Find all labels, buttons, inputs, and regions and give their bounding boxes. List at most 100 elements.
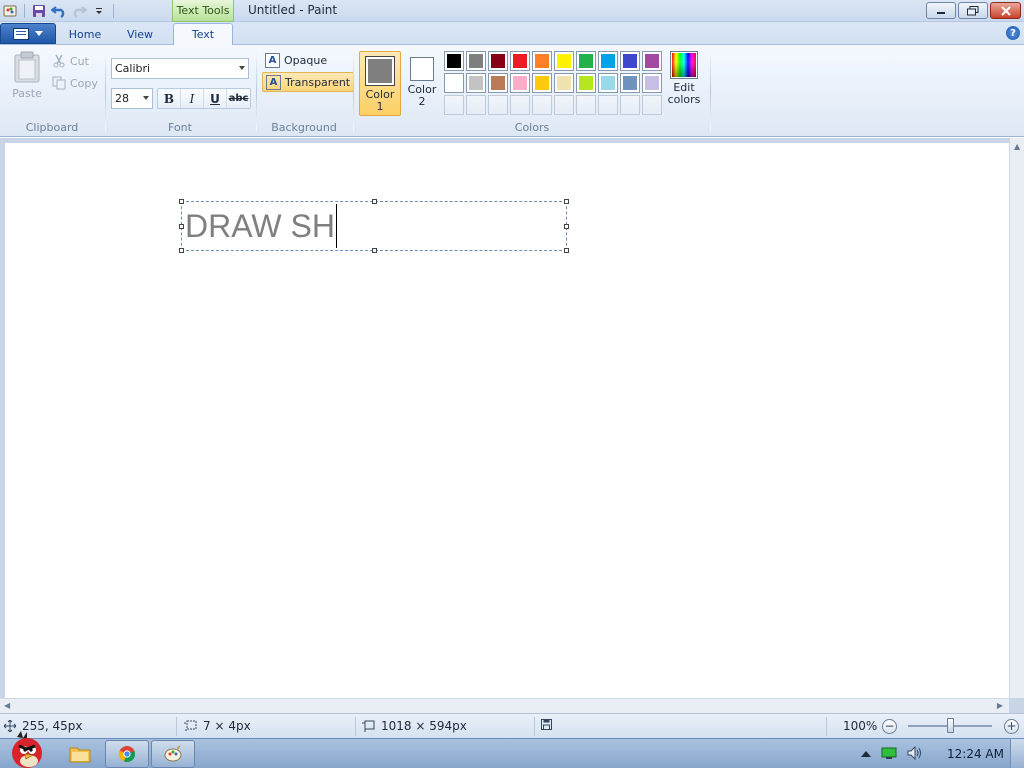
resize-handle-s[interactable] [372, 248, 377, 253]
palette-swatch[interactable] [576, 51, 596, 71]
scroll-left-icon[interactable]: ◀ [4, 701, 10, 710]
opaque-button[interactable]: A Opaque [262, 50, 330, 70]
tab-text[interactable]: Text [173, 23, 233, 45]
taskbar-paint-button[interactable] [151, 740, 195, 768]
palette-swatch[interactable] [510, 73, 530, 93]
palette-swatch-empty[interactable] [620, 95, 640, 115]
tab-view[interactable]: View [118, 24, 162, 45]
underline-button[interactable]: U [204, 89, 227, 108]
palette-swatch-empty[interactable] [576, 95, 596, 115]
copy-button[interactable]: Copy [52, 74, 98, 92]
status-bar: 255, 45px 7 × 4px 1018 × 594px 100% − + [0, 713, 1024, 738]
minimize-button[interactable] [926, 2, 956, 19]
edit-colors-button[interactable]: Edit colors [664, 51, 704, 117]
zoom-out-button[interactable]: − [882, 719, 897, 734]
opaque-label: Opaque [284, 53, 328, 67]
customize-qat-icon[interactable] [91, 3, 107, 19]
resize-handle-e[interactable] [564, 224, 569, 229]
palette-swatch[interactable] [466, 73, 486, 93]
start-button[interactable] [3, 731, 47, 768]
resize-handle-nw[interactable] [179, 199, 184, 204]
color1-button[interactable]: Color 1 [359, 51, 401, 116]
help-icon[interactable]: ? [1006, 26, 1020, 40]
redo-icon[interactable] [71, 3, 87, 19]
palette-swatch[interactable] [620, 51, 640, 71]
show-hidden-icons-icon[interactable] [861, 748, 872, 761]
quick-access-toolbar [2, 2, 116, 20]
palette-swatch-empty[interactable] [444, 95, 464, 115]
workspace: DRAW SH ▲ ◀ ▶ [0, 138, 1024, 713]
palette-swatch[interactable] [598, 51, 618, 71]
scroll-right-icon[interactable]: ▶ [997, 701, 1003, 710]
color2-button[interactable]: Color 2 [404, 51, 440, 116]
scroll-up-icon[interactable]: ▲ [1014, 142, 1020, 151]
palette-swatch-empty[interactable] [488, 95, 508, 115]
taskbar-chrome-button[interactable] [105, 740, 149, 768]
palette-swatch-empty[interactable] [642, 95, 662, 115]
vertical-scrollbar[interactable]: ▲ [1009, 138, 1024, 698]
palette-swatch-empty[interactable] [554, 95, 574, 115]
transparent-button[interactable]: A Transparent [262, 72, 355, 92]
taskbar-explorer-button[interactable] [58, 740, 102, 768]
palette-swatch[interactable] [532, 51, 552, 71]
resize-handle-sw[interactable] [179, 248, 184, 253]
font-family-value: Calibri [115, 62, 151, 75]
palette-swatch[interactable] [510, 51, 530, 71]
zoom-slider-thumb[interactable] [947, 718, 954, 733]
palette-swatch[interactable] [466, 51, 486, 71]
palette-swatch[interactable] [554, 73, 574, 93]
palette-swatch[interactable] [642, 73, 662, 93]
bold-button[interactable]: B [158, 89, 181, 108]
strikethrough-button[interactable]: abc [227, 89, 250, 108]
paint-menu-button[interactable] [0, 23, 56, 44]
drawing-canvas[interactable]: DRAW SH [5, 143, 1009, 698]
paste-button[interactable]: Paste [8, 51, 46, 107]
palette-swatch[interactable] [642, 51, 662, 71]
palette-swatch[interactable] [620, 73, 640, 93]
save-icon[interactable] [31, 3, 47, 19]
resize-handle-n[interactable] [372, 199, 377, 204]
close-button[interactable] [990, 2, 1021, 19]
palette-swatch-empty[interactable] [510, 95, 530, 115]
show-desktop-button[interactable] [1010, 739, 1024, 768]
text-box[interactable]: DRAW SH [179, 199, 569, 253]
tab-home[interactable]: Home [62, 24, 108, 45]
undo-icon[interactable] [51, 3, 67, 19]
copy-icon [52, 76, 66, 90]
palette-swatch-empty[interactable] [598, 95, 618, 115]
palette-swatch[interactable] [444, 73, 464, 93]
palette-swatch[interactable] [576, 73, 596, 93]
clock[interactable]: 12:24 AM [947, 747, 1004, 761]
restore-button[interactable] [958, 2, 988, 19]
status-divider [826, 717, 827, 736]
italic-button[interactable]: I [181, 89, 204, 108]
font-family-select[interactable]: Calibri [111, 58, 249, 79]
font-size-select[interactable]: 28 [111, 88, 153, 109]
resize-handle-se[interactable] [564, 248, 569, 253]
palette-swatch[interactable] [488, 51, 508, 71]
volume-icon[interactable] [907, 745, 923, 763]
network-icon[interactable] [881, 746, 897, 763]
resize-handle-w[interactable] [179, 224, 184, 229]
cut-button[interactable]: Cut [52, 52, 89, 70]
resize-handle-ne[interactable] [564, 199, 569, 204]
palette-swatch-empty[interactable] [466, 95, 486, 115]
horizontal-scrollbar[interactable]: ◀ ▶ [0, 698, 1009, 713]
file-size [541, 719, 552, 730]
palette-swatch[interactable] [554, 51, 574, 71]
color1-label: Color 1 [365, 88, 395, 113]
palette-swatch[interactable] [488, 73, 508, 93]
paint-app-icon[interactable] [2, 3, 18, 19]
zoom-in-button[interactable]: + [1004, 719, 1019, 734]
palette-swatch[interactable] [444, 51, 464, 71]
paint-icon [164, 745, 182, 762]
palette-swatch[interactable] [598, 73, 618, 93]
status-divider [534, 717, 535, 736]
palette-swatch-empty[interactable] [532, 95, 552, 115]
palette-swatch[interactable] [532, 73, 552, 93]
color1-swatch [365, 56, 395, 86]
font-group-label: Font [168, 121, 192, 134]
canvas-size-icon [362, 720, 375, 732]
text-box-content[interactable]: DRAW SH [185, 203, 337, 248]
paste-label: Paste [12, 87, 42, 100]
